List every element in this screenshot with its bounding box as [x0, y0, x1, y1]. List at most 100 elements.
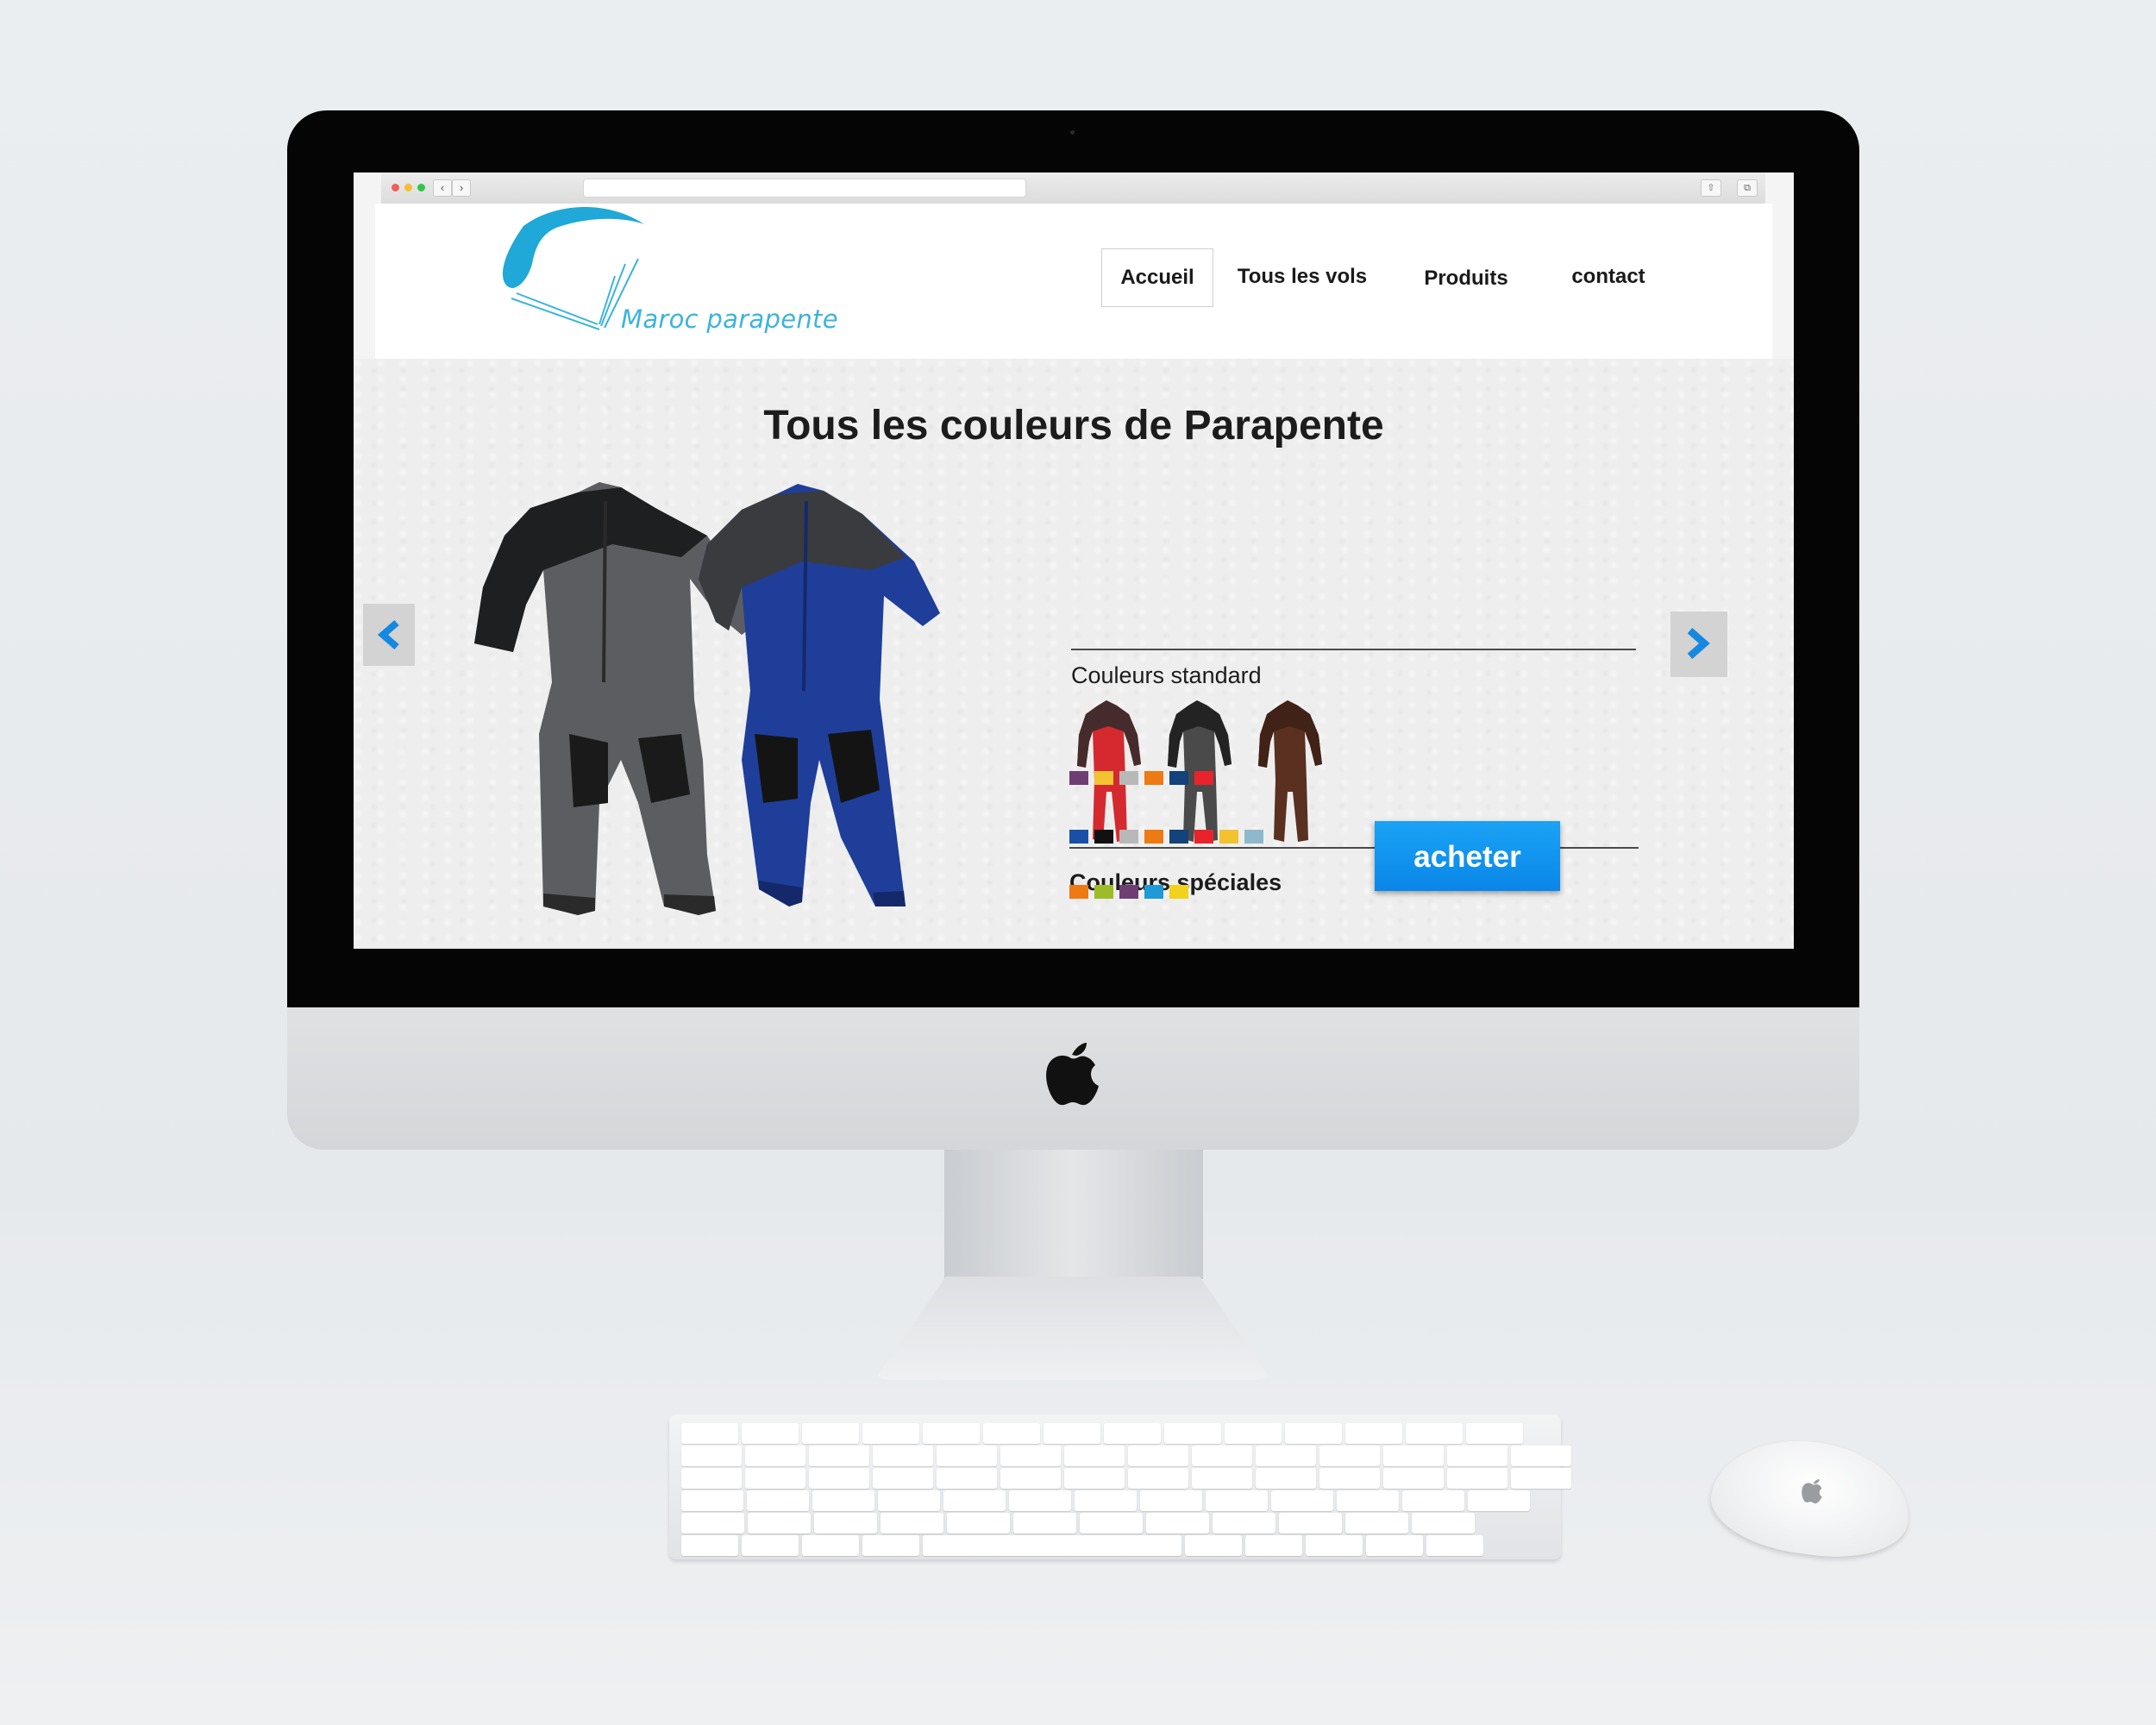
forward-icon[interactable]: ›: [452, 179, 471, 197]
nav-contact[interactable]: contact: [1557, 248, 1660, 305]
key: [1075, 1490, 1137, 1511]
key-row: [681, 1446, 1571, 1466]
key: [1245, 1535, 1302, 1556]
key: [681, 1513, 744, 1534]
color-swatch[interactable]: [1169, 830, 1188, 844]
key: [1406, 1423, 1463, 1444]
buy-button[interactable]: acheter: [1375, 821, 1560, 891]
key: [1256, 1468, 1316, 1489]
key: [812, 1490, 874, 1511]
key: [745, 1468, 805, 1489]
key-row: [681, 1535, 1483, 1556]
color-swatch[interactable]: [1194, 771, 1213, 785]
key: [1319, 1468, 1380, 1489]
key: [681, 1535, 738, 1556]
color-swatch[interactable]: [1119, 830, 1138, 844]
zoom-window-icon[interactable]: [417, 184, 425, 191]
key: [1000, 1446, 1061, 1466]
color-swatch[interactable]: [1069, 885, 1088, 899]
address-bar[interactable]: [583, 179, 1026, 198]
key: [1306, 1535, 1363, 1556]
color-swatch[interactable]: [1094, 885, 1113, 899]
key: [878, 1490, 940, 1511]
key: [937, 1446, 997, 1466]
key: [1366, 1535, 1423, 1556]
key: [1468, 1490, 1530, 1511]
product-section: Tous les couleurs de Parapente Couleurs …: [354, 359, 1794, 949]
key: [881, 1513, 943, 1534]
mouse-apple-logo-icon: [1802, 1479, 1822, 1504]
key: [1383, 1468, 1444, 1489]
key: [1140, 1490, 1202, 1511]
key: [1206, 1490, 1268, 1511]
key: [1146, 1513, 1209, 1534]
color-swatch[interactable]: [1119, 771, 1138, 785]
key: [1337, 1490, 1399, 1511]
key: [862, 1423, 919, 1444]
color-swatch[interactable]: [1094, 830, 1113, 844]
key: [947, 1513, 1010, 1534]
screen: ‹ › ⇧ ⧉ Maroc parapente Accueil Tous les…: [354, 172, 1794, 949]
key: [1192, 1468, 1252, 1489]
key: [1044, 1423, 1100, 1444]
key: [923, 1535, 1181, 1556]
key: [802, 1535, 859, 1556]
minimize-window-icon[interactable]: [404, 184, 412, 191]
color-swatch[interactable]: [1119, 885, 1138, 899]
key: [1213, 1513, 1275, 1534]
color-swatch[interactable]: [1244, 830, 1263, 844]
key: [1447, 1446, 1507, 1466]
share-icon[interactable]: ⇧: [1701, 179, 1721, 197]
key: [809, 1446, 869, 1466]
color-swatch[interactable]: [1094, 771, 1113, 785]
key: [742, 1535, 799, 1556]
key: [1345, 1513, 1408, 1534]
key: [809, 1468, 869, 1489]
key: [1064, 1446, 1125, 1466]
tabs-icon[interactable]: ⧉: [1737, 179, 1758, 197]
key: [937, 1468, 997, 1489]
color-swatch[interactable]: [1194, 830, 1213, 844]
standard-suit-2[interactable]: [1164, 697, 1233, 844]
key: [1511, 1468, 1571, 1489]
key: [681, 1490, 743, 1511]
key: [1013, 1513, 1076, 1534]
chevron-right-icon: [1687, 628, 1710, 659]
key: [1426, 1535, 1483, 1556]
back-icon[interactable]: ‹: [433, 179, 452, 197]
close-window-icon[interactable]: [392, 184, 399, 191]
key: [873, 1446, 933, 1466]
keyboard: [669, 1414, 1571, 1559]
standard-suit-1[interactable]: [1074, 697, 1143, 844]
carousel-next-button[interactable]: [1670, 612, 1727, 677]
key: [1080, 1513, 1143, 1534]
standard-colors-label: Couleurs standard: [1071, 662, 1262, 688]
nav-tous-les-vols[interactable]: Tous les vols: [1233, 248, 1371, 305]
page-title: Tous les couleurs de Parapente: [763, 403, 1384, 448]
standard-suit-3[interactable]: [1255, 697, 1324, 844]
color-swatch[interactable]: [1219, 830, 1238, 844]
key: [1256, 1446, 1316, 1466]
nav-accueil[interactable]: Accueil: [1101, 248, 1213, 307]
color-swatch[interactable]: [1069, 771, 1088, 785]
color-swatch[interactable]: [1069, 830, 1088, 844]
key: [1271, 1490, 1333, 1511]
key: [681, 1446, 742, 1466]
key: [1412, 1513, 1475, 1534]
key: [802, 1423, 859, 1444]
nav-produits[interactable]: Produits: [1401, 250, 1531, 307]
carousel-prev-button[interactable]: [363, 604, 415, 666]
key: [1447, 1468, 1507, 1489]
key: [1185, 1535, 1242, 1556]
color-swatch[interactable]: [1144, 885, 1163, 899]
color-swatch[interactable]: [1144, 771, 1163, 785]
key: [1164, 1423, 1221, 1444]
key: [1402, 1490, 1464, 1511]
color-swatch[interactable]: [1169, 885, 1188, 899]
key-row: [681, 1423, 1523, 1444]
color-swatch[interactable]: [1144, 830, 1163, 844]
color-swatch[interactable]: [1169, 771, 1188, 785]
logo-text[interactable]: Maroc parapente: [621, 304, 838, 334]
key: [1064, 1468, 1125, 1489]
key: [681, 1423, 738, 1444]
